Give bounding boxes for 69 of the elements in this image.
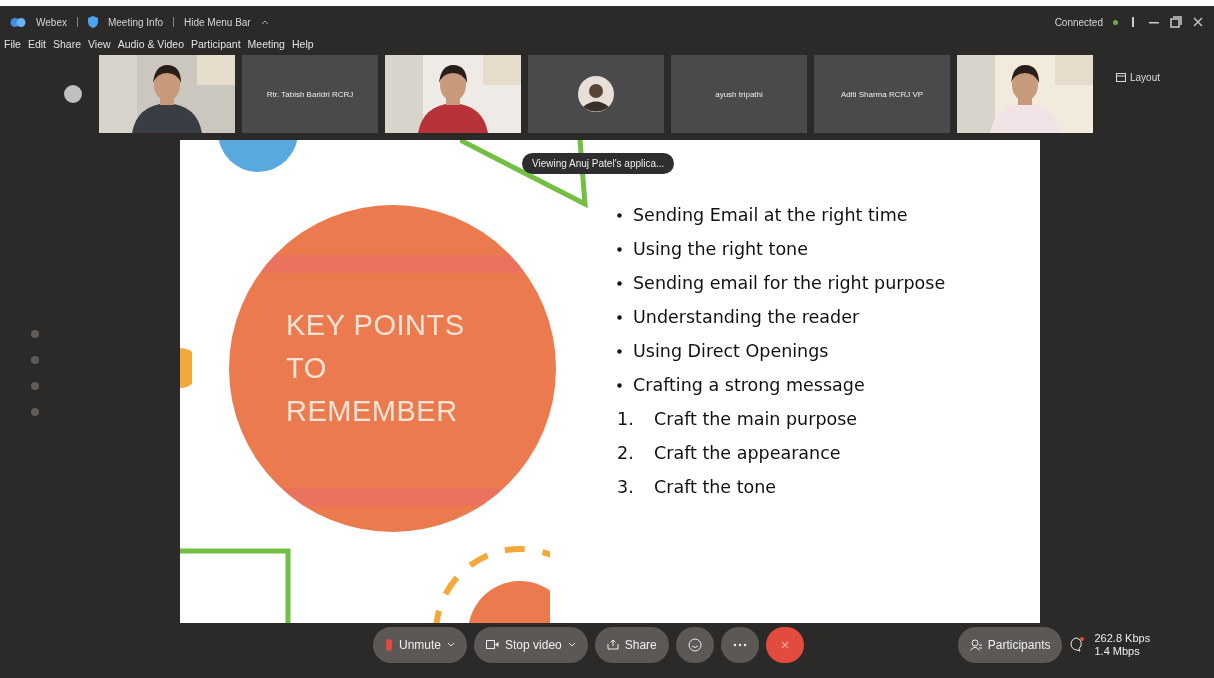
- caret-icon[interactable]: [567, 642, 576, 647]
- list-item-text: Using Direct Openings: [633, 341, 829, 361]
- menu-item[interactable]: Meeting: [247, 38, 285, 50]
- slide-title: KEY POINTS: [286, 308, 466, 343]
- menu-item[interactable]: View: [88, 38, 111, 50]
- connection-status: Connected: [1054, 16, 1103, 28]
- dot-icon[interactable]: [31, 382, 39, 390]
- chevron-up-icon: [260, 19, 269, 25]
- list-item-text: Using the right tone: [633, 239, 808, 259]
- smiley-icon: [687, 637, 702, 652]
- list-item-text: Craft the appearance: [654, 443, 841, 463]
- bullet-icon: [617, 246, 622, 252]
- share-icon: [606, 639, 619, 650]
- avatar-icon: [578, 76, 614, 112]
- menu-item[interactable]: Help: [291, 38, 314, 50]
- bullet-icon: [617, 212, 622, 218]
- shield-icon: [87, 16, 98, 28]
- leave-button[interactable]: [765, 626, 804, 663]
- hide-menu-bar-button[interactable]: Hide Menu Bar: [184, 16, 251, 28]
- participant-name: Rtr. Tabish Baridri RCRJ: [266, 89, 354, 99]
- close-icon[interactable]: [1192, 16, 1204, 28]
- participant-name: Aditi Sharma RCRJ VP: [840, 89, 924, 99]
- list-number: 3.: [617, 477, 635, 497]
- mic-icon: [385, 638, 393, 651]
- dot-icon[interactable]: [31, 408, 39, 416]
- dot-icon[interactable]: [31, 356, 39, 364]
- list-item-text: Craft the tone: [654, 477, 777, 497]
- app-name: Webex: [36, 16, 67, 28]
- list-item-text: Crafting a strong message: [633, 375, 865, 395]
- slide-title: TO: [286, 351, 328, 386]
- unmute-button[interactable]: Unmute: [373, 626, 468, 663]
- more-icon: [732, 642, 747, 647]
- share-button[interactable]: Share: [594, 626, 669, 663]
- list-number: 1.: [617, 409, 635, 429]
- list-item-text: Understanding the reader: [633, 307, 860, 327]
- caret-icon[interactable]: [447, 642, 456, 647]
- reactions-button[interactable]: [675, 626, 714, 663]
- people-icon: [969, 638, 982, 651]
- menu-item[interactable]: Audio & Video: [117, 38, 184, 50]
- status-dot-icon: [1113, 19, 1118, 25]
- dot-icon[interactable]: [31, 330, 39, 338]
- stop-video-button[interactable]: Stop video: [474, 626, 588, 663]
- menu-item[interactable]: File: [4, 38, 21, 50]
- list-item-text: Craft the main purpose: [654, 409, 858, 429]
- bullet-icon: [617, 348, 622, 354]
- camera-icon: [486, 640, 500, 649]
- logo-icon: [10, 16, 26, 28]
- sharing-banner: Viewing Anuj Patel's applica...: [522, 153, 675, 174]
- scroll-left-button[interactable]: [64, 85, 82, 103]
- list-number: 2.: [617, 443, 635, 463]
- bullet-icon: [617, 314, 622, 320]
- chat-icon[interactable]: [1069, 637, 1086, 652]
- meeting-info-button[interactable]: Meeting Info: [107, 16, 163, 28]
- restore-icon[interactable]: [1170, 16, 1182, 28]
- bandwidth-reading: 262.8 Kbps: [1094, 631, 1151, 645]
- layout-icon: [1116, 73, 1126, 82]
- bandwidth-reading: 1.4 Mbps: [1094, 644, 1141, 658]
- bullet-icon: [617, 280, 622, 286]
- slide-title: REMEMBER: [286, 394, 459, 429]
- participants-button[interactable]: Participants: [957, 626, 1063, 663]
- list-item-text: Sending Email at the right time: [633, 205, 908, 225]
- bullet-icon: [617, 382, 622, 388]
- close-icon: [780, 640, 789, 649]
- participant-name: ayush tripathi: [715, 89, 763, 99]
- menu-item[interactable]: Edit: [27, 38, 46, 50]
- menu-item[interactable]: Share: [53, 38, 82, 50]
- menu-item[interactable]: Participant: [191, 38, 241, 50]
- layout-button[interactable]: Layout: [1116, 72, 1161, 83]
- list-item-text: Sending email for the right purpose: [633, 273, 946, 293]
